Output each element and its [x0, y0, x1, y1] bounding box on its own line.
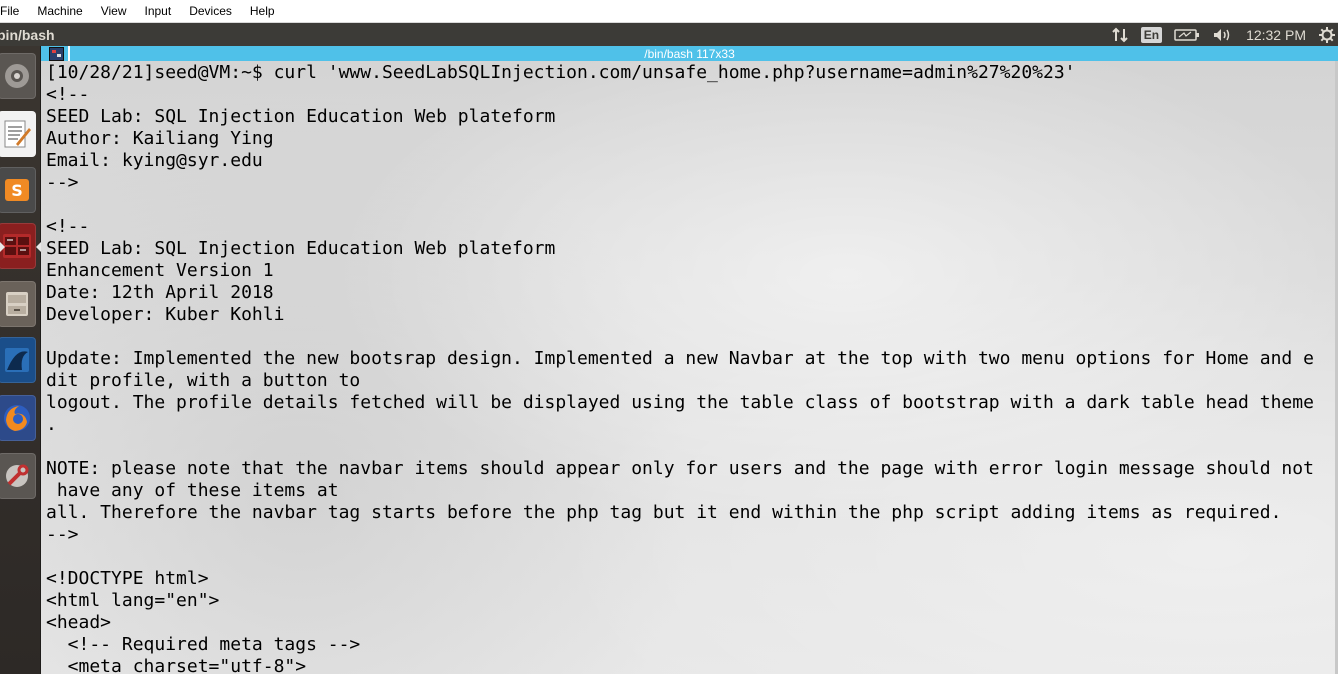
terminal-line: NOTE: please note that the navbar items … — [46, 458, 1314, 479]
svg-text:S: S — [11, 181, 23, 200]
launcher-firefox[interactable] — [0, 392, 40, 444]
terminal-text[interactable]: [10/28/21]seed@VM:~$ curl 'www.SeedLabSQ… — [41, 61, 1338, 674]
firefox-icon — [0, 395, 36, 441]
menu-machine[interactable]: Machine — [28, 0, 91, 22]
menu-file[interactable]: File — [0, 0, 28, 22]
launcher-system-settings[interactable] — [0, 50, 40, 102]
terminal-line: SEED Lab: SQL Injection Education Web pl… — [46, 106, 556, 127]
terminal-line: [10/28/21]seed@VM:~$ curl 'www.SeedLabSQ… — [46, 62, 1076, 83]
gear-icon — [0, 53, 36, 99]
terminal-line: have any of these items at — [46, 480, 339, 501]
terminal-line: <!DOCTYPE html> — [46, 568, 209, 589]
terminal-line: <!-- — [46, 84, 90, 105]
terminal-line: <head> — [46, 612, 112, 633]
keyboard-layout-label: En — [1140, 26, 1163, 43]
terminal-output[interactable]: [10/28/21]seed@VM:~$ curl 'www.SeedLabSQ… — [41, 61, 1338, 674]
active-window-title: bin/bash — [0, 26, 55, 43]
network-arrows-icon[interactable] — [1105, 23, 1135, 46]
launcher-sublime-text[interactable]: S — [0, 164, 40, 216]
terminal-line: Author: Kailiang Ying — [46, 128, 274, 149]
terminal-line: Date: 12th April 2018 — [46, 282, 274, 303]
launcher-system-tools[interactable] — [0, 450, 40, 502]
volume-icon[interactable] — [1206, 23, 1238, 46]
launcher-terminal[interactable] — [0, 220, 41, 272]
terminal-line: <!-- Required meta tags --> — [46, 634, 361, 655]
terminal-line: SEED Lab: SQL Injection Education Web pl… — [46, 238, 556, 259]
battery-icon[interactable] — [1168, 23, 1206, 46]
title-bar-divider — [68, 46, 70, 61]
menu-devices[interactable]: Devices — [180, 0, 241, 22]
launcher-files[interactable] — [0, 278, 40, 330]
terminal-line: dit profile, with a button to — [46, 370, 361, 391]
host-menu-bar: File Machine View Input Devices Help — [0, 0, 1338, 23]
terminal-line: Email: kying@syr.edu — [46, 150, 263, 171]
terminal-icon — [0, 223, 36, 269]
terminal-line: . — [46, 414, 57, 435]
terminal-line: all. Therefore the navbar tag starts bef… — [46, 502, 1282, 523]
terminal-line: <!-- — [46, 216, 90, 237]
wireshark-fin-icon — [0, 337, 36, 383]
terminal-line: logout. The profile details fetched will… — [46, 392, 1314, 413]
clock[interactable]: 12:32 PM — [1238, 27, 1314, 43]
terminal-line: Developer: Kuber Kohli — [46, 304, 285, 325]
terminal-tab-icon[interactable] — [49, 47, 64, 61]
launcher-text-editor[interactable] — [0, 108, 40, 160]
system-gear-icon[interactable] — [1314, 23, 1338, 46]
menu-help[interactable]: Help — [241, 0, 284, 22]
launcher-wireshark[interactable] — [0, 334, 40, 386]
keyboard-layout-indicator[interactable]: En — [1135, 23, 1168, 46]
terminal-title: /bin/bash 117x33 — [644, 46, 735, 61]
sublime-text-icon: S — [0, 167, 36, 213]
terminal-line: <meta charset="utf-8"> — [46, 656, 307, 674]
menu-input[interactable]: Input — [136, 0, 181, 22]
terminal-line: --> — [46, 524, 79, 545]
terminal-line: --> — [46, 172, 79, 193]
terminal-title-bar[interactable]: /bin/bash 117x33 — [41, 46, 1338, 61]
indicator-area: En 12:32 PM — [1105, 23, 1338, 46]
terminal-window[interactable]: /bin/bash 117x33 [10/28/21]seed@VM:~$ cu… — [41, 46, 1338, 674]
terminal-line: <html lang="en"> — [46, 590, 220, 611]
terminal-line: Update: Implemented the new bootsrap des… — [46, 348, 1314, 369]
text-editor-icon — [0, 111, 36, 157]
menu-view[interactable]: View — [92, 0, 136, 22]
file-cabinet-icon — [0, 281, 36, 327]
top-panel: bin/bash En 12:32 PM — [0, 23, 1338, 46]
terminal-line: Enhancement Version 1 — [46, 260, 274, 281]
launcher: S — [0, 46, 41, 674]
wrench-icon — [0, 453, 36, 499]
